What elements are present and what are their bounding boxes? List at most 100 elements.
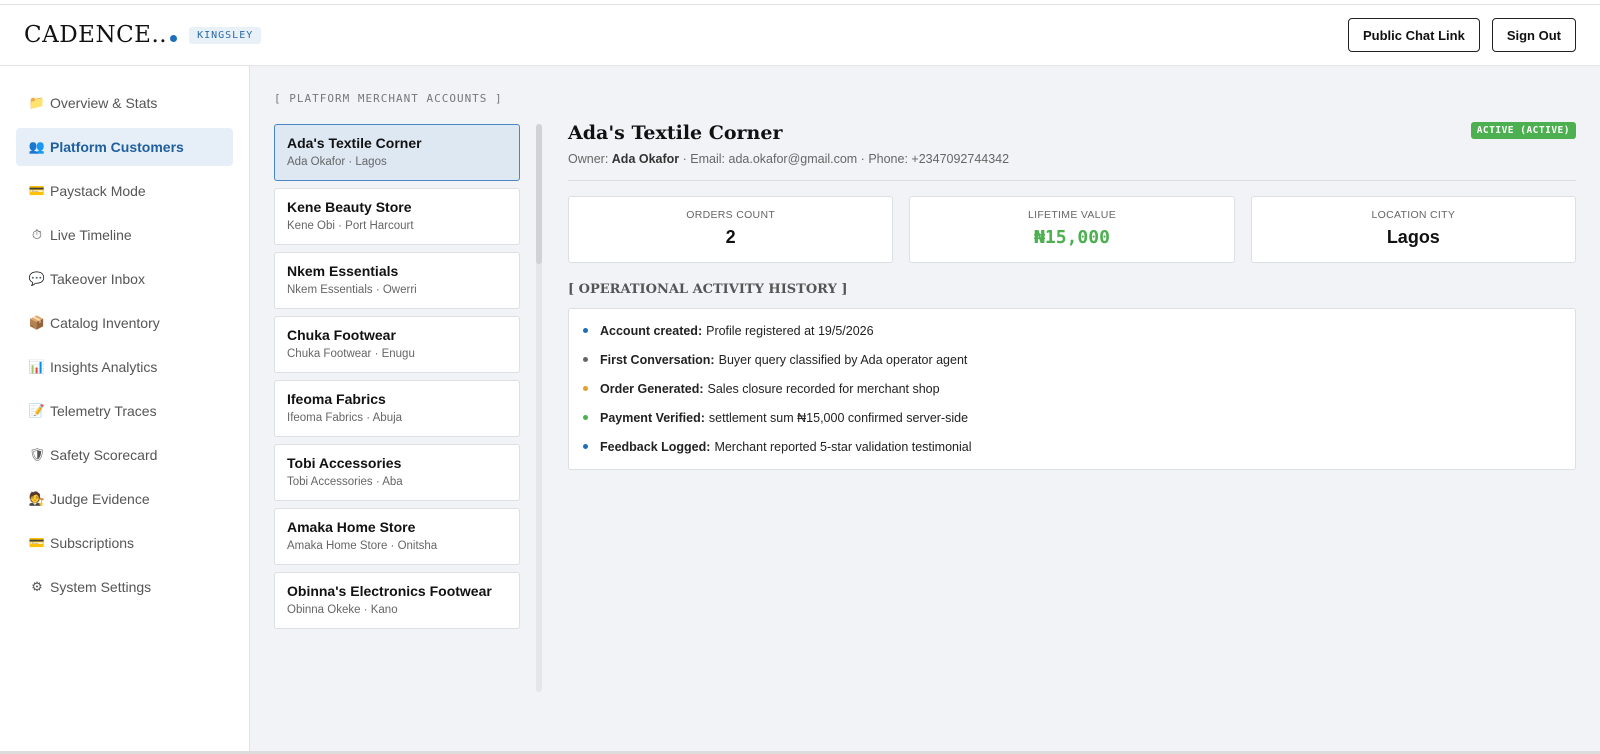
sidebar-item-overview[interactable]: 📁 Overview & Stats [16,84,233,122]
history-label: Order Generated: [600,381,704,396]
merchant-card[interactable]: Obinna's Electronics Footwear Obinna Oke… [274,572,520,629]
sidebar-item-judge-evidence[interactable]: 🧑‍⚖️ Judge Evidence [16,480,233,518]
history-item: Order Generated: Sales closure recorded … [583,374,1561,403]
stat-value: ₦15,000 [1034,227,1110,248]
owner-contact-line: Owner: Ada Okafor · Email: ada.okafor@gm… [568,152,1576,181]
history-label: Account created: [600,323,703,338]
history-item: Feedback Logged: Merchant reported 5-sta… [583,432,1561,461]
sidebar-item-safety-scorecard[interactable]: 🛡 Safety Scorecard [16,436,233,474]
sidebar-item-subscriptions[interactable]: 💳 Subscriptions [16,524,233,562]
activity-history-list: Account created: Profile registered at 1… [568,308,1576,470]
sidebar-item-platform-customers[interactable]: 👥 Platform Customers [16,128,233,166]
sidebar-item-insights-analytics[interactable]: 📊 Insights Analytics [16,348,233,386]
merchant-subtitle: Chuka Footwear · Enugu [287,348,415,360]
stat-card-lifetime-value: LIFETIME VALUE ₦15,000 [909,196,1235,263]
logo-dot-icon [170,35,178,42]
history-label: First Conversation: [600,352,715,367]
merchant-subtitle: Kene Obi · Port Harcourt [287,220,414,232]
history-item: First Conversation: Buyer query classifi… [583,345,1561,374]
workspace-badge: KINGSLEY [189,26,262,44]
memo-icon: 📝 [28,403,46,418]
merchant-card[interactable]: Amaka Home Store Amaka Home Store · Onit… [274,508,520,565]
merchant-name: Amaka Home Store [287,519,416,535]
bullet-icon [583,328,588,333]
folder-icon: 📁 [28,95,46,110]
merchant-name: Ifeoma Fabrics [287,391,386,407]
merchant-list-scrollbar[interactable] [536,124,542,692]
merchant-detail: Ada's Textile Corner ACTIVE (ACTIVE) Own… [568,122,1576,470]
merchant-subtitle: Tobi Accessories · Aba [287,476,403,488]
merchant-card[interactable]: Kene Beauty Store Kene Obi · Port Harcou… [274,188,520,245]
sidebar-item-label: Takeover Inbox [50,271,145,287]
users-icon: 👥 [28,139,46,154]
owner-prefix: Owner: [568,152,609,166]
header-actions: Public Chat Link Sign Out [1347,18,1576,52]
sidebar-item-telemetry-traces[interactable]: 📝 Telemetry Traces [16,392,233,430]
merchant-list: Ada's Textile Corner Ada Okafor · Lagos … [274,124,522,692]
stat-label: ORDERS COUNT [686,209,776,221]
sidebar-item-label: Judge Evidence [50,491,150,507]
merchant-card[interactable]: Ifeoma Fabrics Ifeoma Fabrics · Abuja [274,380,520,437]
sidebar-item-label: Safety Scorecard [50,447,158,463]
brand: CADENCE.. KINGSLEY [24,22,262,48]
merchant-subtitle: Amaka Home Store · Onitsha [287,540,438,552]
sidebar-item-label: Overview & Stats [50,95,158,111]
logo[interactable]: CADENCE.. [24,22,178,48]
activity-history-title: [ OPERATIONAL ACTIVITY HISTORY ] [568,282,848,297]
history-label: Feedback Logged: [600,439,711,454]
sidebar-item-label: Subscriptions [50,535,135,551]
sign-out-button[interactable]: Sign Out [1491,18,1576,52]
sidebar-item-label: Insights Analytics [50,359,158,375]
scrollbar-thumb[interactable] [536,124,542,264]
stopwatch-icon: ⏱ [31,227,43,242]
merchant-subtitle: Nkem Essentials · Owerri [287,284,417,296]
merchant-name: Kene Beauty Store [287,199,412,215]
sidebar-item-takeover-inbox[interactable]: 💬 Takeover Inbox [16,260,233,298]
stat-card-location: LOCATION CITY Lagos [1250,196,1576,263]
sidebar-item-label: Telemetry Traces [50,403,157,419]
merchant-card[interactable]: Chuka Footwear Chuka Footwear · Enugu [274,316,520,373]
bullet-icon [583,386,588,391]
history-label: Payment Verified: [600,410,705,425]
shield-icon: 🛡 [28,447,46,462]
merchant-card[interactable]: Tobi Accessories Tobi Accessories · Aba [274,444,520,501]
history-item: Payment Verified: settlement sum ₦15,000… [583,403,1561,432]
merchant-name: Chuka Footwear [287,327,396,343]
merchant-subtitle: Ada Okafor · Lagos [287,156,387,168]
merchant-name: Ada's Textile Corner [287,135,422,151]
bullet-icon [583,415,588,420]
bullet-icon [583,444,588,449]
stats-row: ORDERS COUNT 2 LIFETIME VALUE ₦15,000 LO… [568,196,1576,263]
merchant-name: Tobi Accessories [287,455,402,471]
merchant-name: Nkem Essentials [287,263,399,279]
owner-contact: · Email: ada.okafor@gmail.com · Phone: +… [682,152,1010,166]
history-text: Sales closure recorded for merchant shop [707,381,940,396]
sidebar-item-catalog-inventory[interactable]: 📦 Catalog Inventory [16,304,233,342]
merchant-detail-title: Ada's Textile Corner [568,122,783,144]
sidebar-item-paystack-mode[interactable]: 💳 Paystack Mode [16,172,233,210]
app-header: CADENCE.. KINGSLEY Public Chat Link Sign… [0,5,1600,66]
merchant-card[interactable]: Ada's Textile Corner Ada Okafor · Lagos [274,124,520,181]
merchant-accounts-label: [ PLATFORM MERCHANT ACCOUNTS ] [274,92,503,105]
sidebar: 📁 Overview & Stats 👥 Platform Customers … [0,66,250,751]
sidebar-item-label: Platform Customers [50,139,184,155]
history-item: Account created: Profile registered at 1… [583,316,1561,345]
history-text: settlement sum ₦15,000 confirmed server-… [708,410,969,425]
history-text: Buyer query classified by Ada operator a… [718,352,968,367]
merchant-card[interactable]: Nkem Essentials Nkem Essentials · Owerri [274,252,520,309]
sidebar-item-system-settings[interactable]: ⚙ System Settings [16,568,233,606]
sidebar-item-live-timeline[interactable]: ⏱ Live Timeline [16,216,233,254]
public-chat-link-button[interactable]: Public Chat Link [1347,18,1480,52]
main-panel: [ PLATFORM MERCHANT ACCOUNTS ] Ada's Tex… [250,66,1600,751]
credit-card-icon: 💳 [28,535,46,550]
history-text: Merchant reported 5-star validation test… [714,439,972,454]
sidebar-item-label: Paystack Mode [50,183,146,199]
judge-icon: 🧑‍⚖️ [28,491,46,506]
bullet-icon [583,357,588,362]
merchant-subtitle: Ifeoma Fabrics · Abuja [287,412,403,424]
stat-value: Lagos [1386,227,1440,247]
history-text: Profile registered at 19/5/2026 [706,323,874,338]
stat-value: 2 [725,227,736,247]
owner-name: Ada Okafor [611,152,680,166]
logo-text: CADENCE.. [24,22,168,48]
